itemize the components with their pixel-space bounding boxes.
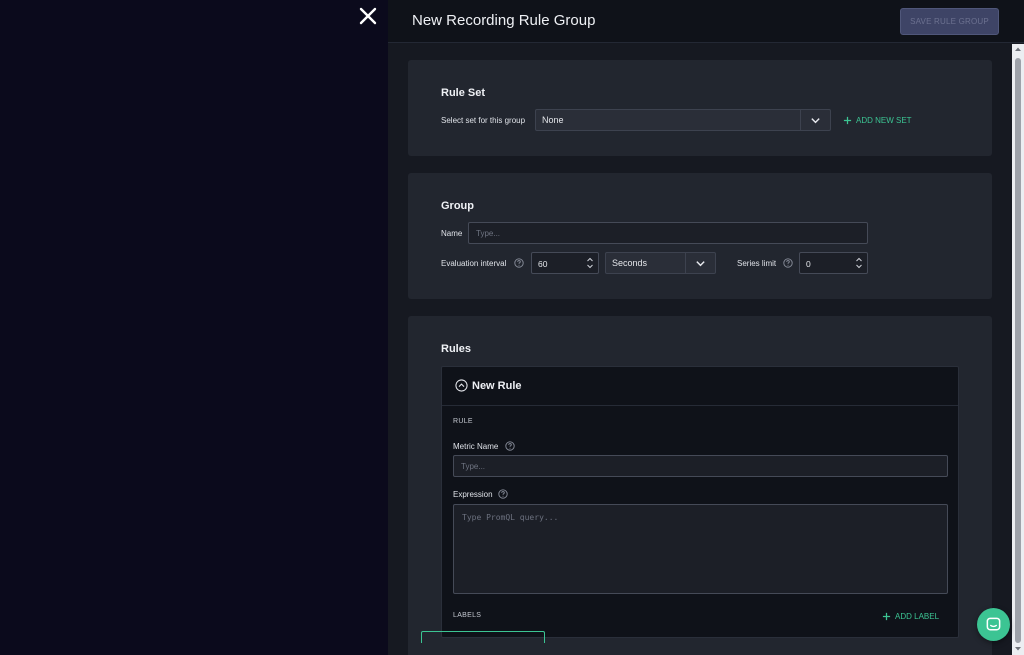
add-label-label: ADD LABEL: [895, 612, 940, 621]
rule-header[interactable]: New Rule: [442, 367, 958, 406]
group-title: Group: [441, 200, 474, 212]
rules-card: Rules New Rule RULE Metric Name Expressi…: [408, 316, 992, 655]
rule-set-selected-value: None: [542, 115, 564, 125]
drawer-content: Rule Set Select set for this group None …: [388, 44, 1012, 655]
series-limit-input[interactable]: 0: [799, 252, 868, 274]
chevron-down-icon[interactable]: [685, 253, 715, 273]
evaluation-interval-label: Evaluation interval: [441, 259, 507, 268]
expression-textarea[interactable]: [453, 504, 948, 594]
labels-section-label: LABELS: [453, 612, 482, 619]
add-new-set-label: ADD NEW SET: [856, 116, 912, 125]
rule-set-select[interactable]: None: [535, 109, 831, 131]
vertical-scrollbar[interactable]: [1012, 44, 1024, 655]
evaluation-interval-input[interactable]: 60: [531, 252, 599, 274]
add-label-button[interactable]: ADD LABEL: [882, 612, 939, 621]
help-icon[interactable]: [783, 258, 793, 268]
rule-set-card: Rule Set Select set for this group None …: [408, 60, 992, 156]
rule-title: New Rule: [472, 380, 522, 392]
add-new-set-button[interactable]: ADD NEW SET: [843, 116, 912, 125]
save-rule-group-button[interactable]: SAVE RULE GROUP: [900, 8, 999, 35]
metric-name-label: Metric Name: [453, 442, 499, 451]
close-icon[interactable]: [357, 5, 379, 27]
plus-icon: [882, 612, 891, 621]
chevron-up-circle-icon[interactable]: [455, 379, 468, 392]
help-icon[interactable]: [505, 441, 515, 451]
drawer-title: New Recording Rule Group: [412, 12, 596, 29]
add-rule-button[interactable]: [421, 631, 545, 643]
plus-icon: [843, 116, 852, 125]
scrollbar-thumb[interactable]: [1015, 58, 1021, 643]
evaluation-interval-value: 60: [538, 259, 548, 269]
recording-rule-drawer: New Recording Rule Group SAVE RULE GROUP…: [388, 0, 1024, 655]
chat-support-button[interactable]: [977, 608, 1010, 641]
metric-name-input[interactable]: [453, 455, 948, 477]
drawer-header: New Recording Rule Group SAVE RULE GROUP: [388, 0, 1024, 43]
rule-section-label: RULE: [453, 418, 473, 425]
scroll-up-arrow-icon[interactable]: [1014, 46, 1022, 52]
rule-item: New Rule RULE Metric Name Expression LAB…: [441, 366, 959, 638]
evaluation-unit-value: Seconds: [612, 258, 648, 268]
scroll-down-arrow-icon[interactable]: [1014, 646, 1022, 652]
rule-set-select-label: Select set for this group: [441, 116, 526, 125]
help-icon[interactable]: [498, 489, 508, 499]
group-name-label: Name: [441, 229, 463, 238]
chat-icon: [986, 617, 1001, 631]
group-name-input[interactable]: [468, 222, 868, 244]
stepper-icon[interactable]: [855, 256, 863, 270]
group-card: Group Name Evaluation interval 60 Second…: [408, 173, 992, 299]
evaluation-unit-select[interactable]: Seconds: [605, 252, 716, 274]
series-limit-label: Series limit: [737, 259, 777, 268]
series-limit-value: 0: [806, 259, 811, 269]
expression-label: Expression: [453, 490, 493, 499]
chevron-down-icon[interactable]: [800, 110, 830, 130]
rules-title: Rules: [441, 343, 471, 355]
rule-set-title: Rule Set: [441, 87, 486, 99]
help-icon[interactable]: [514, 258, 524, 268]
modal-backdrop[interactable]: [0, 0, 388, 655]
stepper-icon[interactable]: [586, 256, 594, 270]
